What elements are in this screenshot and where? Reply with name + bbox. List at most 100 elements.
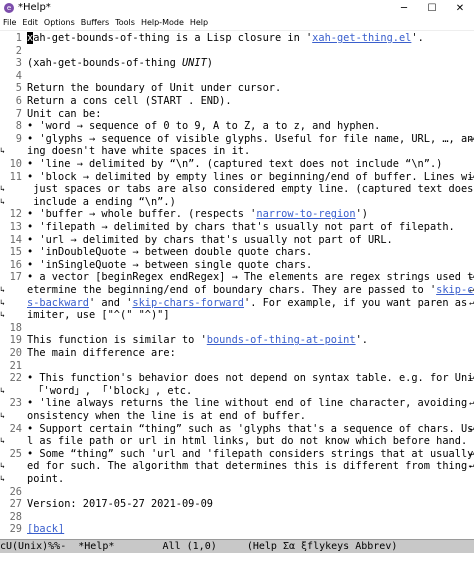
menu-help-mode[interactable]: Help-Mode: [138, 17, 187, 27]
line-number: 16: [9, 258, 22, 271]
buffer-line: 11 • 'block → delimited by empty lines or…: [0, 171, 474, 184]
line-text: • 'inSingleQuote → between single quote …: [27, 259, 312, 272]
wrap-continuation-icon: ↳: [0, 146, 5, 156]
menu-options[interactable]: Options: [41, 17, 78, 27]
buffer-line: ↳ just spaces or tabs are also considere…: [0, 183, 474, 196]
buffer-line: 5 Return the boundary of Unit under curso…: [0, 82, 474, 95]
menu-help[interactable]: Help: [187, 17, 211, 27]
buffer-line: 27 Version: 2017-05-27 2021-09-09: [0, 498, 474, 511]
line-number: 20: [9, 347, 22, 359]
buffer-line: 1 xah-get-bounds-of-thing is a Lisp closu…: [0, 32, 474, 45]
text-segment: • 'line always returns the line without …: [27, 397, 474, 410]
menu-file[interactable]: File: [0, 17, 19, 27]
line-number: 28: [9, 510, 22, 523]
buffer-line: 22 • This function's behavior does not de…: [0, 372, 474, 385]
buffer-line: 13 • 'filepath → delimited by chars that'…: [0, 221, 474, 234]
buffer-line: 6 Return a cons cell (START . END).: [0, 95, 474, 108]
line-number: 26: [9, 485, 22, 498]
help-link[interactable]: s-backward: [27, 297, 89, 309]
line-number: 18: [9, 321, 22, 334]
line-text: onsistency when the line is at end of bu…: [27, 410, 306, 423]
help-link[interactable]: bounds-of-thing-at-point: [207, 334, 356, 346]
menu-tools[interactable]: Tools: [112, 17, 138, 27]
line-text: The main difference are:: [27, 347, 176, 360]
line-text: • a vector [beginRegex endRegex] → The e…: [27, 271, 474, 284]
wrap-indicator-icon: ↵: [469, 297, 474, 307]
text-segment: • 'line → delimited by “\n”. (captured t…: [27, 158, 443, 170]
buffer-line: 20 The main difference are:: [0, 347, 474, 360]
text-segment: • a vector [beginRegex endRegex] → The e…: [27, 271, 474, 284]
buffer-line: 7 Unit can be:: [0, 108, 474, 121]
text-segment: • 'buffer → whole buffer. (respects ': [27, 208, 257, 221]
wrap-indicator-icon: ↵: [469, 272, 474, 282]
buffer-line: ↳ include a ending “\n”.): [0, 196, 474, 209]
wrap-continuation-icon: ↳: [0, 385, 5, 395]
text-segment: include a ending “\n”.): [27, 195, 176, 208]
window-title: *Help*: [18, 2, 51, 13]
close-button[interactable]: ✕: [446, 0, 474, 17]
menu-bar: File Edit Options Buffers Tools Help-Mode Help: [0, 17, 474, 31]
menu-edit[interactable]: Edit: [19, 17, 41, 27]
text-segment: • 'glyphs → sequence of visible glyphs. …: [27, 132, 474, 145]
text-segment: (xah-get-bounds-of-thing: [27, 57, 182, 70]
line-text: • 'url → delimited by chars that's usual…: [27, 234, 393, 247]
buffer-line: 26: [0, 486, 474, 499]
help-link[interactable]: [back]: [27, 523, 64, 535]
line-text: • Some “thing” such 'url and 'filepath c…: [27, 448, 474, 461]
line-text: point.: [27, 473, 64, 486]
maximize-button[interactable]: ☐: [418, 0, 446, 17]
text-segment: Return a cons cell (START . END).: [27, 95, 232, 107]
help-buffer[interactable]: 1 xah-get-bounds-of-thing is a Lisp closu…: [0, 31, 474, 539]
line-text: Return the boundary of Unit under cursor…: [27, 82, 281, 95]
text-segment: • 'inSingleQuote → between single quote …: [27, 258, 313, 271]
mode-line: cU(Unix)%%- *Help* All (1,0) (Help Σα ξf…: [0, 539, 474, 553]
buffer-line: 14 • 'url → delimited by chars that's usu…: [0, 234, 474, 247]
line-number: 4: [15, 69, 22, 82]
text-segment: '. For example, if you want paren as del: [244, 296, 474, 309]
line-text: • 'buffer → whole buffer. (respects 'nar…: [27, 208, 368, 221]
buffer-line: 4: [0, 70, 474, 83]
text-segment: • 'filepath → delimited by chars that's …: [27, 221, 455, 233]
text-segment: ): [206, 57, 213, 70]
text-segment: • 'url → delimited by chars that's usual…: [27, 233, 393, 246]
help-link[interactable]: narrow-to-region: [256, 208, 355, 220]
buffer-line: ↳ etermine the beginning/end of boundary …: [0, 284, 474, 297]
text-segment: just spaces or tabs are also considered …: [27, 183, 474, 196]
buffer-line: 9 • 'glyphs → sequence of visible glyphs.…: [0, 133, 474, 146]
line-text: imiter, use ["^(" "^)"]: [27, 309, 170, 322]
line-number: 11: [9, 170, 22, 183]
buffer-line: 25 • Some “thing” such 'url and 'filepath…: [0, 448, 474, 461]
line-number: 19: [9, 334, 22, 347]
line-text: ed for such. The algorithm that determin…: [27, 460, 474, 473]
wrap-indicator-icon: ↵: [469, 423, 474, 433]
wrap-indicator-icon: ↵: [469, 448, 474, 458]
help-link[interactable]: xah-get-thing.el: [312, 32, 411, 44]
buffer-line: ↳ ed for such. The algorithm that determi…: [0, 460, 474, 473]
buffer-line: 3 (xah-get-bounds-of-thing UNIT): [0, 57, 474, 70]
text-segment: 「'word」, 「'block」, etc.: [27, 384, 193, 397]
buffer-line: ↳ ing doesn't have white spaces in it.: [0, 145, 474, 158]
line-number: 14: [9, 233, 22, 246]
text-segment: ah-get-bounds-of-thing is a Lisp closure…: [33, 32, 313, 44]
buffer-line: ↳ point.: [0, 473, 474, 486]
minibuffer[interactable]: [0, 553, 474, 567]
line-text: [back]: [27, 523, 64, 536]
line-text: • Support certain “thing” such as 'glyph…: [27, 423, 474, 436]
line-number: 24: [9, 422, 22, 435]
line-text: • 'filepath → delimited by chars that's …: [27, 221, 455, 234]
help-link[interactable]: skip-chars-forward: [132, 297, 244, 309]
buffer-line: 21: [0, 360, 474, 373]
line-text: xah-get-bounds-of-thing is a Lisp closur…: [27, 32, 424, 45]
buffer-line: 28: [0, 511, 474, 524]
line-text: • 'line always returns the line without …: [27, 397, 474, 410]
line-number: 2: [15, 44, 22, 57]
line-text: • 'line → delimited by “\n”. (captured t…: [27, 158, 442, 171]
wrap-indicator-icon: ↵: [469, 461, 474, 471]
line-number: 6: [15, 95, 22, 107]
menu-buffers[interactable]: Buffers: [78, 17, 112, 27]
buffer-line: 16 • 'inSingleQuote → between single quot…: [0, 259, 474, 272]
line-number: 21: [9, 359, 22, 372]
wrap-indicator-icon: ↵: [469, 133, 474, 143]
line-text: just spaces or tabs are also considered …: [27, 183, 474, 196]
minimize-button[interactable]: ─: [390, 0, 418, 17]
